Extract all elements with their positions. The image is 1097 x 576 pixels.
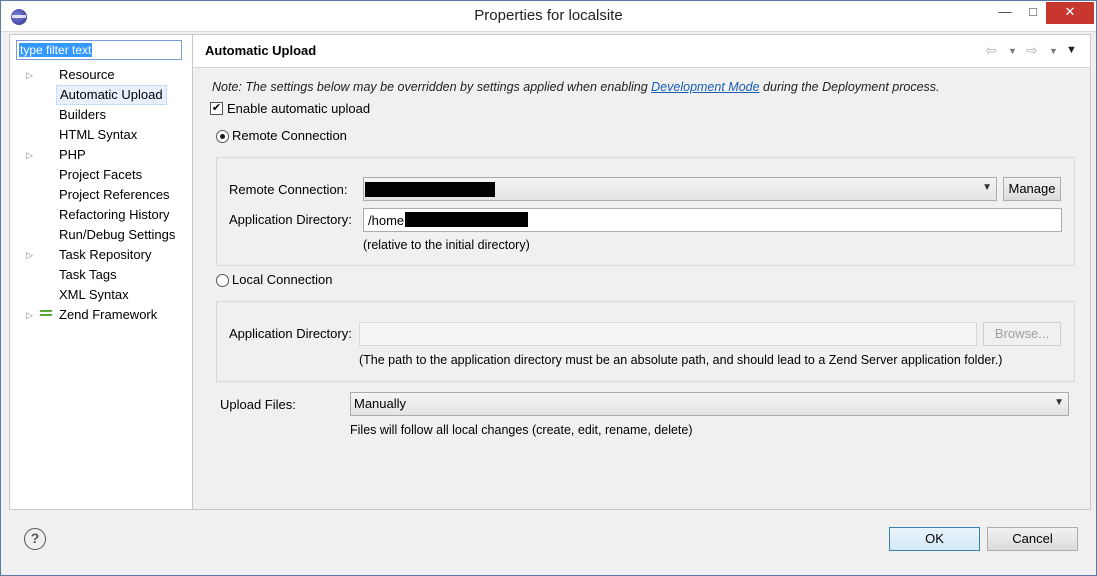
view-menu-icon[interactable]: ▼ xyxy=(1066,44,1077,56)
minimize-button[interactable]: — xyxy=(991,2,1019,24)
local-appdir-input[interactable] xyxy=(359,322,977,346)
deployment-note: Note: The settings below may be overridd… xyxy=(212,80,940,94)
manage-button[interactable]: Manage xyxy=(1003,177,1061,201)
upload-files-value: Manually xyxy=(354,396,407,411)
tree-item-run-debug-settings[interactable]: Run/Debug Settings xyxy=(10,225,192,245)
tree-item-label: Refactoring History xyxy=(59,207,170,222)
tree-item-task-tags[interactable]: Task Tags xyxy=(10,265,192,285)
tree-item-label: Task Repository xyxy=(59,247,152,262)
expand-arrow-icon[interactable]: ▷ xyxy=(26,245,36,265)
close-button[interactable]: ✕ xyxy=(1046,2,1094,24)
tree-item-label: Builders xyxy=(59,107,106,122)
page-header: Automatic Upload ⇦ ▼ ⇨ ▼ ▼ xyxy=(193,35,1090,68)
local-appdir-hint: (The path to the application directory m… xyxy=(359,353,1003,367)
enable-upload-checkbox[interactable]: ✔ xyxy=(210,102,223,115)
upload-files-select[interactable]: Manually ▼ xyxy=(350,392,1069,416)
remote-connection-radio[interactable] xyxy=(216,130,229,143)
properties-dialog: Properties for localsite — □ ✕ type filt… xyxy=(0,0,1097,576)
note-prefix: Note: The settings below may be overridd… xyxy=(212,80,652,94)
tree-item-label: Project Facets xyxy=(59,167,143,182)
remote-appdir-value: /home xyxy=(368,213,405,228)
tree-item-resource[interactable]: ▷ Resource xyxy=(10,65,192,85)
tree-item-task-repository[interactable]: ▷ Task Repository xyxy=(10,245,192,265)
tree-item-label: XML Syntax xyxy=(59,287,129,302)
dropdown-icon[interactable]: ▼ xyxy=(1008,46,1017,56)
remote-connection-select[interactable]: ▼ xyxy=(363,177,997,201)
tree-item-label: Automatic Upload xyxy=(56,85,167,105)
browse-button[interactable]: Browse... xyxy=(983,322,1061,346)
tree-item-automatic-upload[interactable]: Automatic Upload xyxy=(10,85,192,105)
redacted-value xyxy=(365,182,495,197)
remote-appdir-input[interactable]: /home xyxy=(363,208,1062,232)
filter-input[interactable]: type filter text xyxy=(16,40,182,60)
chevron-down-icon: ▼ xyxy=(1054,397,1064,408)
expand-arrow-icon[interactable]: ▷ xyxy=(26,65,36,85)
tree-item-html-syntax[interactable]: HTML Syntax xyxy=(10,125,192,145)
zend-framework-icon xyxy=(39,310,53,320)
property-page-tree: type filter text ▷ Resource Automatic Up… xyxy=(9,34,193,510)
local-connection-radio[interactable] xyxy=(216,274,229,287)
local-connection-group: Application Directory: Browse... (The pa… xyxy=(216,301,1075,382)
upload-files-hint: Files will follow all local changes (cre… xyxy=(350,423,693,437)
tree-item-label: PHP xyxy=(59,147,86,162)
expand-arrow-icon[interactable]: ▷ xyxy=(26,305,36,325)
remote-connection-label: Remote Connection: xyxy=(229,182,348,197)
tree-item-builders[interactable]: Builders xyxy=(10,105,192,125)
ok-button[interactable]: OK xyxy=(889,527,980,551)
page-title: Automatic Upload xyxy=(205,43,317,58)
forward-arrow-icon[interactable]: ⇨ xyxy=(1026,42,1038,59)
back-arrow-icon[interactable]: ⇦ xyxy=(985,42,997,59)
tree-item-zend-framework[interactable]: ▷ Zend Framework xyxy=(10,305,192,325)
filter-placeholder: type filter text xyxy=(19,43,93,57)
maximize-button[interactable]: □ xyxy=(1019,2,1047,24)
remote-connection-group: Remote Connection: ▼ Manage Application … xyxy=(216,157,1075,266)
development-mode-link[interactable]: Development Mode xyxy=(651,80,759,94)
help-icon[interactable]: ? xyxy=(24,528,46,550)
tree-item-refactoring-history[interactable]: Refactoring History xyxy=(10,205,192,225)
local-connection-radio-label: Local Connection xyxy=(232,272,333,287)
tree-item-label: Zend Framework xyxy=(59,307,158,322)
remote-appdir-label: Application Directory: xyxy=(229,212,352,227)
cancel-button[interactable]: Cancel xyxy=(987,527,1078,551)
title-bar: Properties for localsite — □ ✕ xyxy=(1,1,1096,32)
property-page: Automatic Upload ⇦ ▼ ⇨ ▼ ▼ Note: The set… xyxy=(193,34,1091,510)
tree-item-label: Run/Debug Settings xyxy=(59,227,176,242)
upload-files-label: Upload Files: xyxy=(220,397,296,412)
expand-arrow-icon[interactable]: ▷ xyxy=(26,145,36,165)
enable-upload-label: Enable automatic upload xyxy=(227,101,371,116)
window-title: Properties for localsite xyxy=(474,7,623,24)
tree-item-php[interactable]: ▷ PHP xyxy=(10,145,192,165)
tree-item-label: HTML Syntax xyxy=(59,127,138,142)
tree-item-label: Project References xyxy=(59,187,170,202)
redacted-value xyxy=(405,212,528,227)
tree-item-label: Task Tags xyxy=(59,267,117,282)
note-suffix: during the Deployment process. xyxy=(759,80,940,94)
tree-item-project-facets[interactable]: Project Facets xyxy=(10,165,192,185)
tree-item-project-references[interactable]: Project References xyxy=(10,185,192,205)
chevron-down-icon: ▼ xyxy=(982,182,992,193)
tree-item-label: Resource xyxy=(59,67,115,82)
dropdown-icon[interactable]: ▼ xyxy=(1049,46,1058,56)
local-appdir-label: Application Directory: xyxy=(229,326,352,341)
remote-appdir-hint: (relative to the initial directory) xyxy=(363,238,530,252)
tree-item-xml-syntax[interactable]: XML Syntax xyxy=(10,285,192,305)
remote-connection-radio-label: Remote Connection xyxy=(232,128,347,143)
